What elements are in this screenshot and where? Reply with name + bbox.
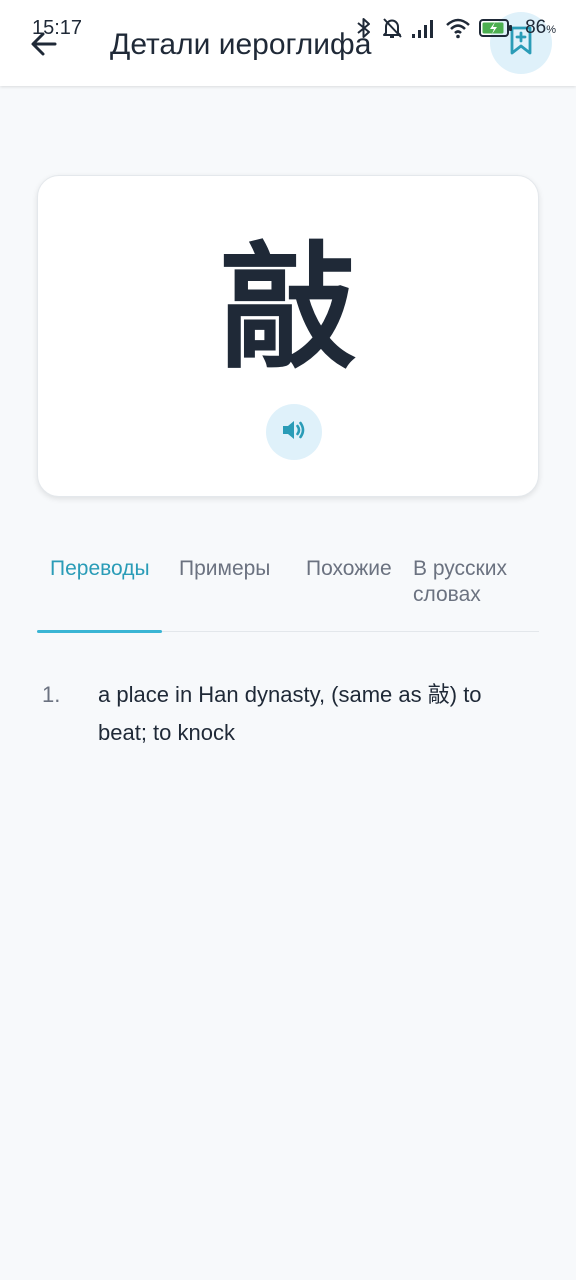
character-card: 敲 bbox=[37, 175, 539, 497]
tab-in-russian-words-label-line2: словах bbox=[413, 583, 481, 606]
tab-examples[interactable]: Примеры bbox=[179, 556, 270, 582]
item-text: a place in Han dynasty, (same as 敲) to b… bbox=[98, 682, 482, 745]
status-time: 15:17 bbox=[32, 17, 83, 39]
volume-icon bbox=[280, 416, 308, 449]
tab-in-russian-words[interactable]: В русских словах bbox=[413, 556, 507, 608]
hanzi-character: 敲 bbox=[220, 230, 356, 388]
translation-list: 1. a place in Han dynasty, (same as 敲) t… bbox=[42, 676, 512, 752]
battery-charging-icon bbox=[479, 18, 513, 38]
list-item: 1. a place in Han dynasty, (same as 敲) t… bbox=[42, 676, 512, 752]
tab-bar: Переводы Примеры Похожие В русских слова… bbox=[37, 540, 539, 633]
tab-examples-label: Примеры bbox=[179, 557, 271, 580]
tab-translations-label: Переводы bbox=[50, 557, 150, 580]
tab-similar[interactable]: Похожие bbox=[306, 556, 392, 582]
item-number: 1. bbox=[42, 682, 61, 707]
cellular-signal-icon bbox=[411, 17, 437, 39]
notifications-off-icon bbox=[381, 16, 403, 40]
battery-percent: 86% bbox=[525, 17, 556, 38]
play-audio-button[interactable] bbox=[266, 404, 322, 460]
active-tab-indicator bbox=[37, 630, 162, 633]
wifi-icon bbox=[445, 17, 471, 39]
page-title: Детали иероглифа bbox=[110, 28, 372, 61]
bluetooth-icon bbox=[355, 16, 373, 40]
tab-similar-label: Похожие bbox=[306, 557, 392, 580]
tab-in-russian-words-label: В русских bbox=[413, 557, 507, 580]
tab-translations[interactable]: Переводы bbox=[50, 556, 150, 582]
status-bar-icons: 86% bbox=[355, 14, 556, 42]
